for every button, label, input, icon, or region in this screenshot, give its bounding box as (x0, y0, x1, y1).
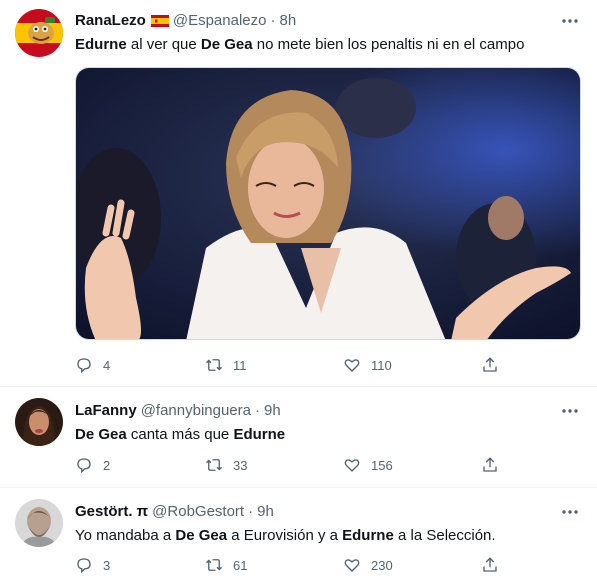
more-icon[interactable] (561, 402, 579, 420)
text-bold: De Gea (75, 426, 127, 443)
avatar[interactable] (15, 499, 63, 547)
retweet-count: 33 (233, 457, 248, 473)
tweet-actions: 3 61 230 (75, 556, 505, 576)
text-bold: Edurne (75, 36, 127, 53)
reply-icon (77, 458, 91, 474)
avatar-image (15, 9, 63, 57)
user-handle[interactable]: @RobGestort (152, 503, 244, 520)
like-count: 156 (371, 457, 393, 473)
text-plain: al ver que (126, 36, 201, 53)
avatar[interactable] (15, 9, 63, 57)
reply-count: 2 (103, 457, 111, 473)
reply-button[interactable]: 4 (75, 356, 110, 374)
timestamp[interactable]: 8h (279, 12, 296, 29)
share-button[interactable] (481, 356, 499, 374)
retweet-button[interactable]: 33 (205, 456, 247, 474)
tweet-text: De Gea canta más que Edurne (75, 425, 285, 445)
share-button[interactable] (481, 556, 499, 574)
avatar[interactable] (15, 398, 63, 446)
share-icon (483, 357, 497, 372)
like-icon (344, 559, 360, 572)
share-icon (483, 557, 497, 572)
photo-woman-shrugging (76, 68, 580, 339)
text-bold: Edurne (342, 527, 394, 544)
separator-dot: · (255, 402, 260, 419)
timestamp[interactable]: 9h (257, 503, 274, 520)
text-plain: canta más que (126, 426, 234, 443)
reply-button[interactable]: 3 (75, 556, 110, 574)
more-icon[interactable] (561, 12, 579, 30)
text-plain: no mete bien los penaltis ni en el campo (252, 36, 525, 53)
tweet-header: LaFanny @fannybinguera · 9h (75, 402, 281, 419)
user-handle[interactable]: @Espanalezo (173, 12, 267, 29)
reply-count: 3 (103, 557, 111, 573)
timestamp[interactable]: 9h (264, 402, 281, 419)
like-button[interactable]: 156 (343, 456, 393, 474)
text-plain: a Eurovisión y a (227, 527, 343, 544)
spain-flag-icon (150, 14, 169, 27)
retweet-icon (206, 459, 222, 471)
reply-count: 4 (103, 357, 111, 373)
reply-icon (77, 358, 91, 374)
like-icon (344, 359, 360, 372)
like-count: 230 (371, 557, 393, 573)
retweet-count: 11 (233, 357, 247, 373)
retweet-icon (206, 559, 222, 571)
tweet-media-image[interactable] (75, 67, 581, 340)
display-name[interactable]: Gestört. π (75, 503, 148, 520)
tweet-actions: 2 33 156 (75, 456, 505, 476)
text-plain: a la Selección. (393, 527, 496, 544)
tweet-1[interactable]: RanaLezo @Espanalezo · 8h Edurne al ver … (0, 0, 597, 386)
text-plain: Yo mandaba a (75, 527, 176, 544)
tweet-header: Gestört. π @RobGestort · 9h (75, 503, 274, 520)
share-icon (483, 457, 497, 472)
tweet-3[interactable]: Gestört. π @RobGestort · 9h Yo mandaba a… (0, 488, 597, 583)
avatar-image (15, 499, 63, 547)
display-name[interactable]: RanaLezo (75, 12, 146, 29)
share-button[interactable] (481, 456, 499, 474)
like-button[interactable]: 110 (343, 356, 392, 374)
like-count: 110 (371, 357, 392, 373)
more-icon[interactable] (561, 503, 579, 521)
text-bold: De Gea (175, 527, 228, 544)
separator-dot: · (248, 503, 254, 520)
tweet-text: Yo mandaba a De Gea a Eurovisión y a Edu… (75, 526, 496, 546)
reply-button[interactable]: 2 (75, 456, 110, 474)
tweet-text: Edurne al ver que De Gea no mete bien lo… (75, 35, 524, 55)
tweet-2[interactable]: LaFanny @fannybinguera · 9h De Gea canta… (0, 387, 597, 487)
retweet-button[interactable]: 61 (205, 556, 247, 574)
display-name[interactable]: LaFanny (75, 402, 137, 419)
text-bold: Edurne (233, 426, 286, 443)
reply-icon (77, 558, 91, 574)
avatar-image (15, 398, 63, 446)
retweet-button[interactable]: 11 (205, 356, 247, 374)
like-button[interactable]: 230 (343, 556, 393, 574)
user-handle[interactable]: @fannybinguera (141, 402, 251, 419)
like-icon (344, 459, 360, 472)
separator-dot: · (270, 12, 276, 29)
retweet-icon (206, 359, 222, 371)
text-bold: De Gea (200, 36, 253, 53)
tweet-actions: 4 11 110 (75, 356, 505, 376)
retweet-count: 61 (233, 557, 248, 573)
tweet-header: RanaLezo @Espanalezo · 8h (75, 12, 296, 29)
